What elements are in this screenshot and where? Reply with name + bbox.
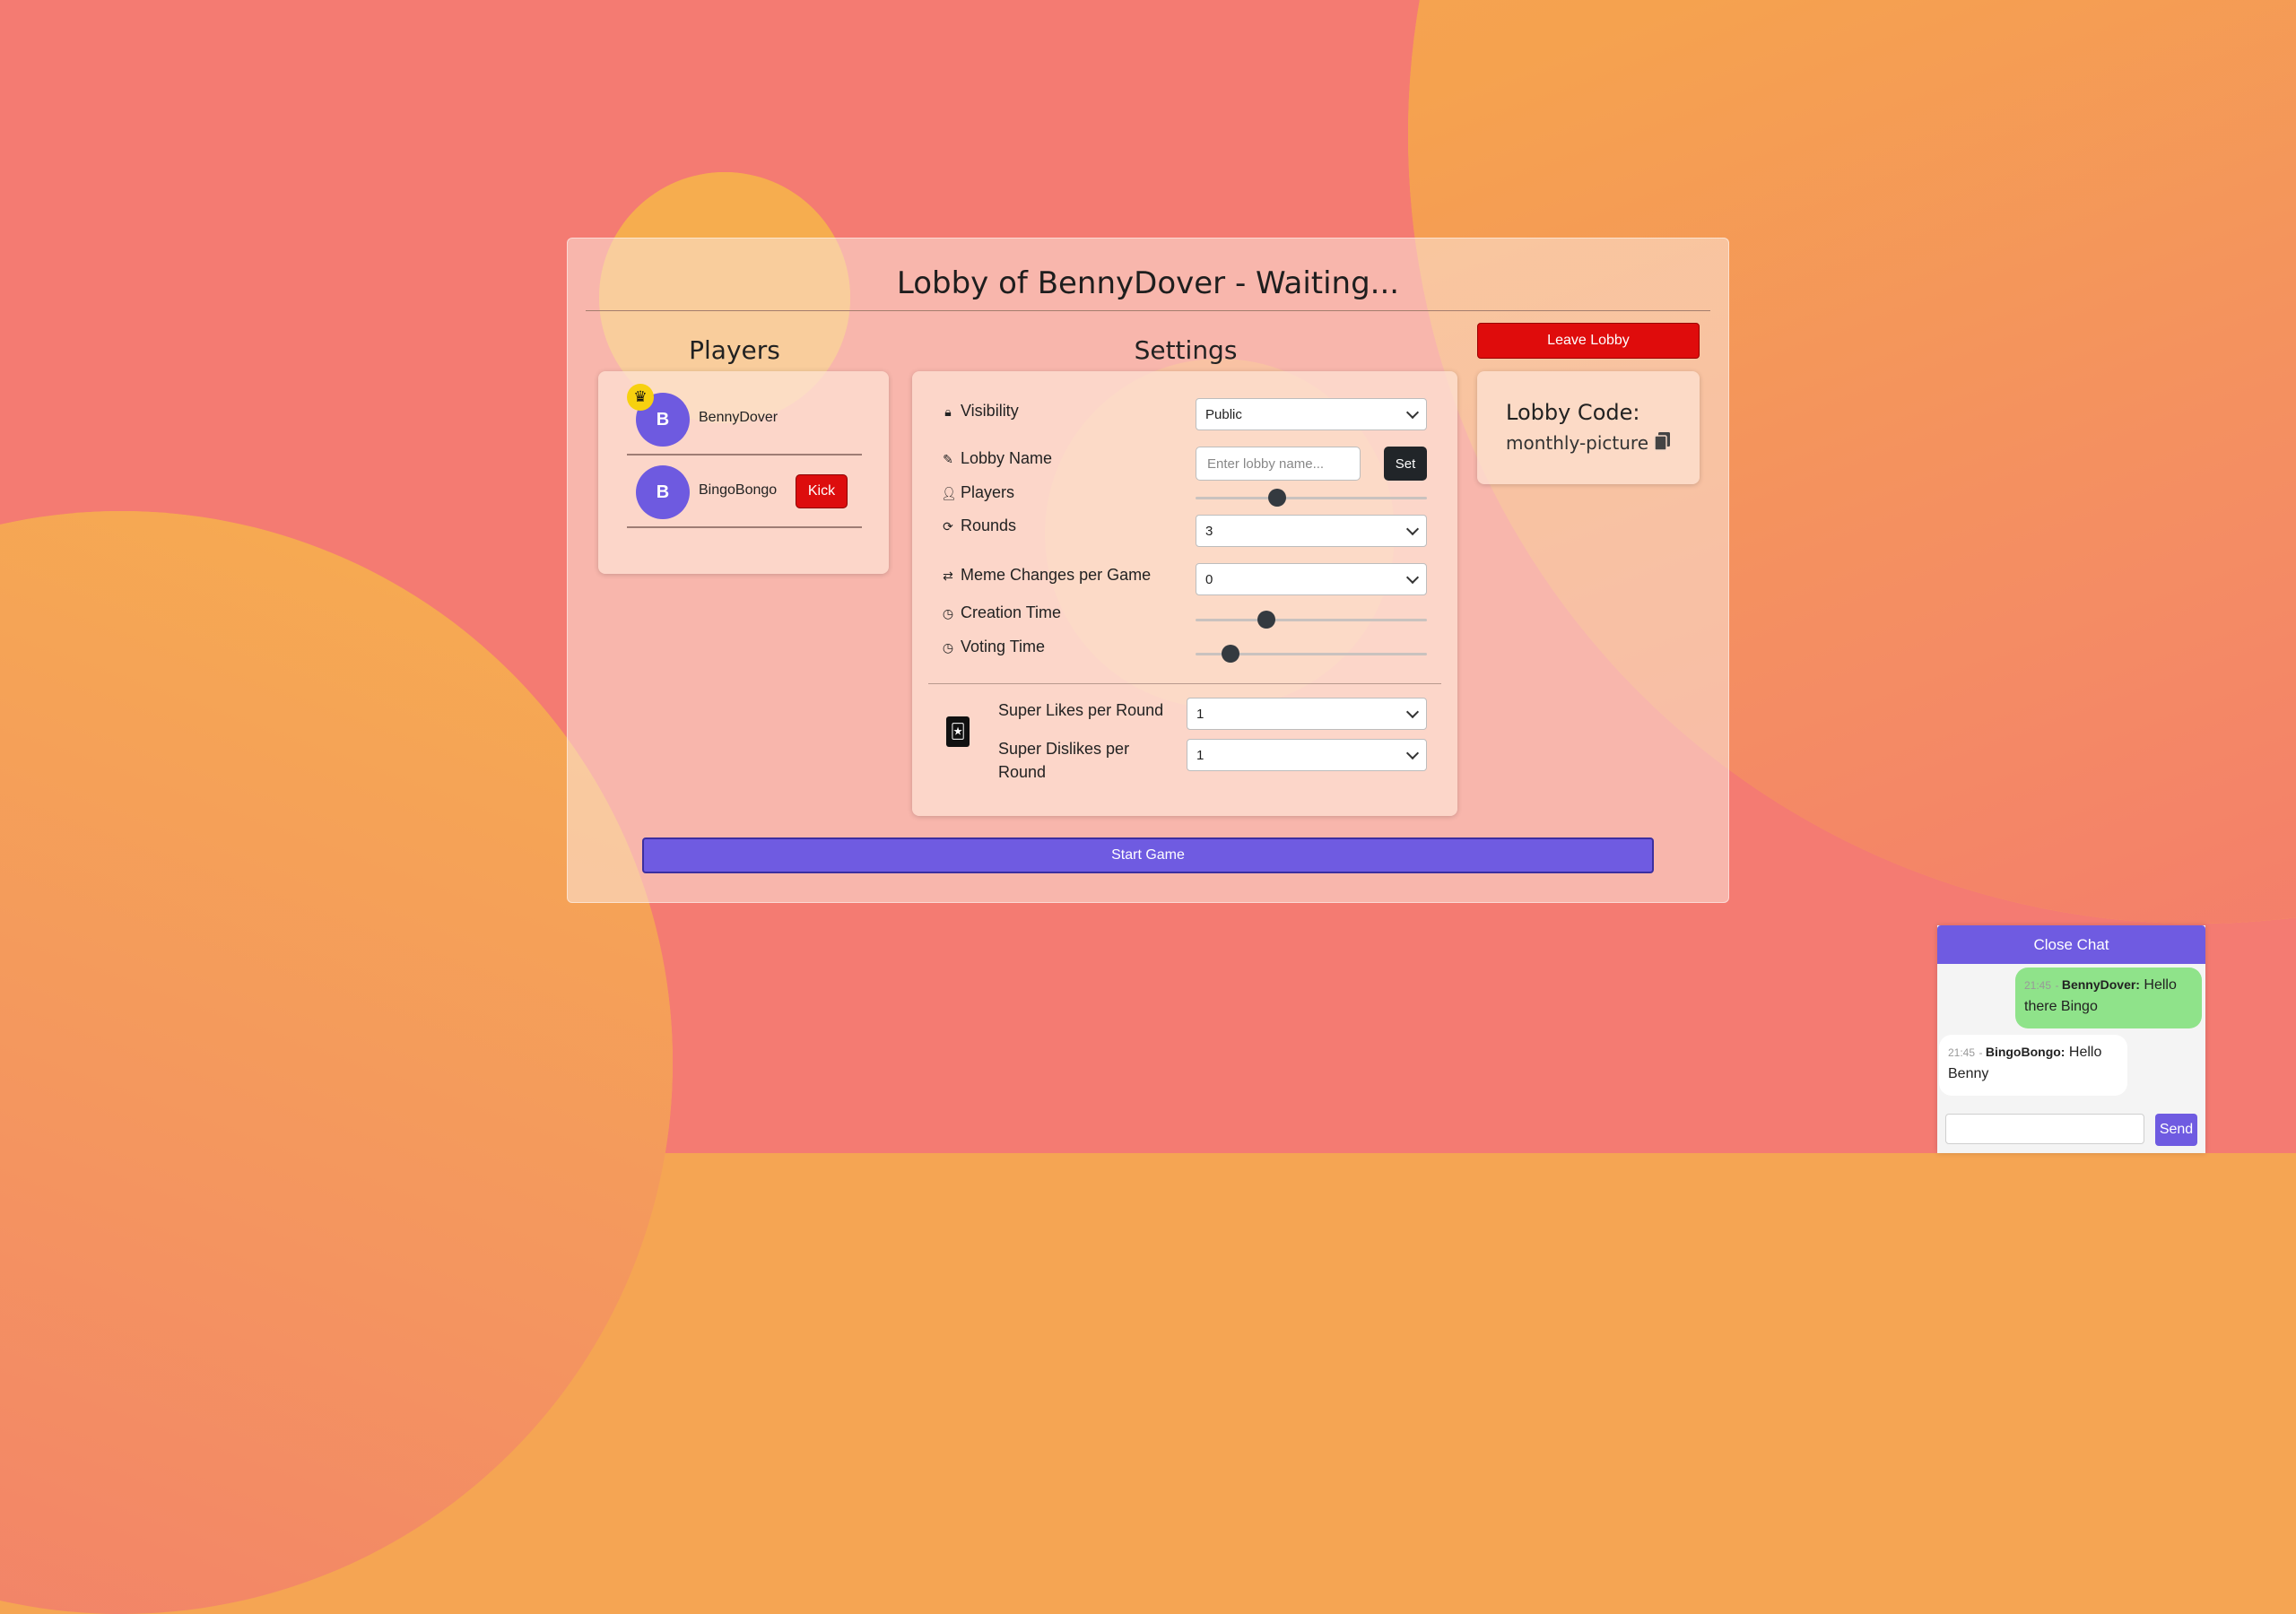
- chevron-down-icon: [1405, 405, 1420, 420]
- message-time: 21:45: [1948, 1046, 1976, 1059]
- chevron-down-icon: [1405, 705, 1420, 719]
- meme-changes-select[interactable]: 0: [1196, 563, 1427, 595]
- send-button[interactable]: Send: [2155, 1114, 2197, 1146]
- lobby-title: Lobby of BennyDover - Waiting...: [896, 265, 1400, 301]
- player-name: BennyDover: [699, 410, 778, 425]
- leave-lobby-button[interactable]: Leave Lobby: [1477, 323, 1700, 359]
- settings-panel: 🔒︎ Visibility Public ✎ Lobby Name Enter …: [912, 371, 1457, 816]
- players-heading: Players: [689, 335, 780, 365]
- rounds-label: ⟳ Rounds: [941, 516, 1016, 535]
- lobby-code-value: monthly-picture: [1506, 432, 1649, 454]
- super-dislikes-label: Super Dislikes per Round: [998, 740, 1130, 781]
- settings-heading: Settings: [1134, 335, 1238, 365]
- card-icon: 🃏︎: [946, 716, 970, 747]
- players-setting-label: 👤︎ Players: [941, 483, 1015, 501]
- message-author: BennyDover:: [2061, 977, 2140, 992]
- copy-icon[interactable]: [1653, 430, 1674, 454]
- chevron-down-icon: [1405, 746, 1420, 760]
- visibility-label: 🔒︎ Visibility: [941, 402, 1018, 421]
- creation-time-slider[interactable]: [1196, 611, 1427, 629]
- clock-icon: ◷: [942, 605, 954, 620]
- message-time: 21:45: [2024, 979, 2052, 992]
- players-slider-thumb[interactable]: [1267, 489, 1286, 507]
- set-button[interactable]: Set: [1384, 447, 1427, 481]
- chat-message-other: 21:45 - BingoBongo: Hello Benny: [1939, 1035, 2127, 1096]
- lobby-name-label: ✎ Lobby Name: [941, 449, 1052, 468]
- meme-changes-label: ⇄ Meme Changes per Game: [941, 566, 1151, 585]
- pencil-icon: ✎: [943, 451, 953, 466]
- creation-time-label: ◷ Creation Time: [942, 603, 1062, 621]
- settings-divider: [928, 683, 1441, 684]
- title-divider: [586, 310, 1710, 311]
- player-row: B ♛ BennyDover: [627, 382, 862, 456]
- chat-message-own: 21:45 - BennyDover: Hello there Bingo: [2015, 968, 2202, 1028]
- avatar: B: [636, 465, 690, 519]
- person-icon: 👤︎: [941, 485, 957, 500]
- player-row: B BingoBongo Kick: [627, 455, 862, 528]
- players-slider[interactable]: [1196, 489, 1427, 507]
- start-game-button[interactable]: Start Game: [642, 837, 1654, 873]
- lock-icon: 🔒︎: [944, 404, 952, 419]
- player-name: BingoBongo: [699, 482, 778, 498]
- chat-input[interactable]: [1945, 1114, 2144, 1144]
- clock-icon: ◷: [942, 639, 954, 655]
- super-dislikes-select[interactable]: 1: [1187, 739, 1427, 771]
- creation-time-slider-thumb[interactable]: [1257, 611, 1276, 629]
- voting-time-label: ◷ Voting Time: [942, 638, 1046, 655]
- crown-icon: ♛: [627, 384, 654, 411]
- kick-button[interactable]: Kick: [796, 474, 848, 508]
- message-author: BingoBongo:: [1985, 1045, 2066, 1059]
- lobby-code-heading: Lobby Code:: [1506, 400, 1640, 425]
- super-likes-select[interactable]: 1: [1187, 698, 1427, 730]
- close-chat-button[interactable]: Close Chat: [1937, 925, 2205, 964]
- lobby-code-panel: Lobby Code: monthly-picture: [1477, 371, 1700, 484]
- voting-time-slider-thumb[interactable]: [1221, 645, 1239, 663]
- chat-panel: Close Chat 21:45 - BennyDover: Hello the…: [1937, 925, 2205, 1153]
- visibility-select[interactable]: Public: [1196, 398, 1427, 430]
- chevron-down-icon: [1405, 522, 1420, 536]
- players-panel: B ♛ BennyDover B BingoBongo Kick: [598, 371, 889, 574]
- super-likes-label: Super Likes per Round: [998, 701, 1164, 719]
- voting-time-slider[interactable]: [1196, 645, 1427, 663]
- swap-icon: ⇄: [943, 568, 953, 583]
- chevron-down-icon: [1405, 570, 1420, 585]
- lobby-name-input[interactable]: Enter lobby name...: [1196, 447, 1361, 481]
- refresh-icon: ⟳: [943, 518, 953, 534]
- rounds-select[interactable]: 3: [1196, 515, 1427, 547]
